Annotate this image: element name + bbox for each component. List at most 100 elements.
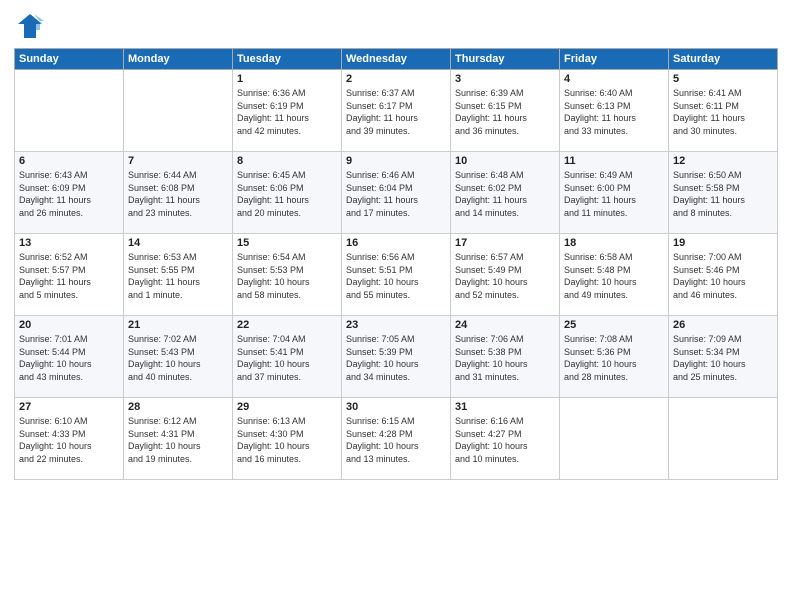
calendar-cell: 12 Sunrise: 6:50 AM Sunset: 5:58 PM Dayli… (669, 152, 778, 234)
day-number: 26 (673, 319, 773, 331)
calendar-cell: 17Sunrise: 6:57 AM Sunset: 5:49 PM Dayli… (451, 234, 560, 316)
weekday-header-saturday: Saturday (669, 49, 778, 70)
day-number: 9 (346, 155, 446, 167)
logo-icon (14, 10, 46, 42)
calendar-header-row: SundayMondayTuesdayWednesdayThursdayFrid… (15, 49, 778, 70)
calendar-cell: 15 Sunrise: 6:54 AM Sunset: 5:53 PM Dayli… (233, 234, 342, 316)
day-number: 8 (237, 155, 337, 167)
calendar-cell: 2 Sunrise: 6:37 AM Sunset: 6:17 PM Daylig… (342, 70, 451, 152)
calendar-cell: 8 Sunrise: 6:45 AM Sunset: 6:06 PM Daylig… (233, 152, 342, 234)
calendar-week-row: 20 Sunrise: 7:01 AM Sunset: 5:44 PM Dayli… (15, 316, 778, 398)
day-info: Sunrise: 6:39 AM Sunset: 6:15 PM Dayligh… (455, 87, 555, 137)
day-info: Sunrise: 6:36 AM Sunset: 6:19 PM Dayligh… (237, 87, 337, 137)
day-number: 7 (128, 155, 228, 167)
day-info: Sunrise: 6:52 AM Sunset: 5:57 PM Dayligh… (19, 251, 119, 301)
day-number: 2 (346, 73, 446, 85)
day-info: Sunrise: 6:43 AM Sunset: 6:09 PM Dayligh… (19, 169, 119, 219)
calendar-cell: 27Sunrise: 6:10 AM Sunset: 4:33 PM Dayli… (15, 398, 124, 480)
day-number: 14 (128, 237, 228, 249)
day-number: 21 (128, 319, 228, 331)
weekday-header-tuesday: Tuesday (233, 49, 342, 70)
calendar-cell: 24Sunrise: 7:06 AM Sunset: 5:38 PM Dayli… (451, 316, 560, 398)
day-number: 24 (455, 319, 555, 331)
day-number: 12 (673, 155, 773, 167)
day-info: Sunrise: 6:53 AM Sunset: 5:55 PM Dayligh… (128, 251, 228, 301)
day-info: Sunrise: 6:40 AM Sunset: 6:13 PM Dayligh… (564, 87, 664, 137)
day-number: 28 (128, 401, 228, 413)
calendar-cell: 30 Sunrise: 6:15 AM Sunset: 4:28 PM Dayli… (342, 398, 451, 480)
day-info: Sunrise: 6:13 AM Sunset: 4:30 PM Dayligh… (237, 415, 337, 465)
calendar-cell: 4 Sunrise: 6:40 AM Sunset: 6:13 PM Daylig… (560, 70, 669, 152)
calendar-cell: 10 Sunrise: 6:48 AM Sunset: 6:02 PM Dayli… (451, 152, 560, 234)
day-number: 6 (19, 155, 119, 167)
day-number: 5 (673, 73, 773, 85)
calendar-week-row: 27Sunrise: 6:10 AM Sunset: 4:33 PM Dayli… (15, 398, 778, 480)
calendar-cell: 13 Sunrise: 6:52 AM Sunset: 5:57 PM Dayli… (15, 234, 124, 316)
calendar-cell: 18Sunrise: 6:58 AM Sunset: 5:48 PM Dayli… (560, 234, 669, 316)
calendar-cell: 26 Sunrise: 7:09 AM Sunset: 5:34 PM Dayli… (669, 316, 778, 398)
calendar-week-row: 6 Sunrise: 6:43 AM Sunset: 6:09 PM Daylig… (15, 152, 778, 234)
calendar-cell: 16 Sunrise: 6:56 AM Sunset: 5:51 PM Dayli… (342, 234, 451, 316)
day-info: Sunrise: 6:48 AM Sunset: 6:02 PM Dayligh… (455, 169, 555, 219)
day-number: 15 (237, 237, 337, 249)
calendar-cell: 29 Sunrise: 6:13 AM Sunset: 4:30 PM Dayli… (233, 398, 342, 480)
day-info: Sunrise: 6:49 AM Sunset: 6:00 PM Dayligh… (564, 169, 664, 219)
calendar-cell: 5 Sunrise: 6:41 AM Sunset: 6:11 PM Daylig… (669, 70, 778, 152)
day-info: Sunrise: 6:54 AM Sunset: 5:53 PM Dayligh… (237, 251, 337, 301)
day-number: 23 (346, 319, 446, 331)
day-info: Sunrise: 6:37 AM Sunset: 6:17 PM Dayligh… (346, 87, 446, 137)
calendar-cell: 22Sunrise: 7:04 AM Sunset: 5:41 PM Dayli… (233, 316, 342, 398)
calendar-cell: 20 Sunrise: 7:01 AM Sunset: 5:44 PM Dayli… (15, 316, 124, 398)
calendar-cell (124, 70, 233, 152)
calendar-cell: 7Sunrise: 6:44 AM Sunset: 6:08 PM Daylig… (124, 152, 233, 234)
calendar-table: SundayMondayTuesdayWednesdayThursdayFrid… (14, 48, 778, 480)
header (14, 10, 778, 42)
day-info: Sunrise: 6:46 AM Sunset: 6:04 PM Dayligh… (346, 169, 446, 219)
day-number: 10 (455, 155, 555, 167)
day-info: Sunrise: 6:41 AM Sunset: 6:11 PM Dayligh… (673, 87, 773, 137)
day-info: Sunrise: 6:57 AM Sunset: 5:49 PM Dayligh… (455, 251, 555, 301)
calendar-cell: 9 Sunrise: 6:46 AM Sunset: 6:04 PM Daylig… (342, 152, 451, 234)
calendar-cell: 11Sunrise: 6:49 AM Sunset: 6:00 PM Dayli… (560, 152, 669, 234)
weekday-header-sunday: Sunday (15, 49, 124, 70)
calendar-cell: 19 Sunrise: 7:00 AM Sunset: 5:46 PM Dayli… (669, 234, 778, 316)
calendar-week-row: 13 Sunrise: 6:52 AM Sunset: 5:57 PM Dayli… (15, 234, 778, 316)
day-info: Sunrise: 7:02 AM Sunset: 5:43 PM Dayligh… (128, 333, 228, 383)
day-info: Sunrise: 6:50 AM Sunset: 5:58 PM Dayligh… (673, 169, 773, 219)
day-info: Sunrise: 6:56 AM Sunset: 5:51 PM Dayligh… (346, 251, 446, 301)
weekday-header-thursday: Thursday (451, 49, 560, 70)
day-number: 1 (237, 73, 337, 85)
day-info: Sunrise: 6:15 AM Sunset: 4:28 PM Dayligh… (346, 415, 446, 465)
day-info: Sunrise: 6:45 AM Sunset: 6:06 PM Dayligh… (237, 169, 337, 219)
day-number: 29 (237, 401, 337, 413)
day-info: Sunrise: 6:12 AM Sunset: 4:31 PM Dayligh… (128, 415, 228, 465)
calendar-cell: 3Sunrise: 6:39 AM Sunset: 6:15 PM Daylig… (451, 70, 560, 152)
logo (14, 10, 50, 42)
calendar-week-row: 1 Sunrise: 6:36 AM Sunset: 6:19 PM Daylig… (15, 70, 778, 152)
calendar-cell: 21 Sunrise: 7:02 AM Sunset: 5:43 PM Dayli… (124, 316, 233, 398)
day-info: Sunrise: 7:00 AM Sunset: 5:46 PM Dayligh… (673, 251, 773, 301)
calendar-cell (15, 70, 124, 152)
day-number: 20 (19, 319, 119, 331)
day-number: 4 (564, 73, 664, 85)
day-info: Sunrise: 7:09 AM Sunset: 5:34 PM Dayligh… (673, 333, 773, 383)
day-number: 25 (564, 319, 664, 331)
calendar-cell: 1 Sunrise: 6:36 AM Sunset: 6:19 PM Daylig… (233, 70, 342, 152)
day-number: 27 (19, 401, 119, 413)
day-number: 16 (346, 237, 446, 249)
calendar-cell: 25Sunrise: 7:08 AM Sunset: 5:36 PM Dayli… (560, 316, 669, 398)
day-number: 19 (673, 237, 773, 249)
day-number: 18 (564, 237, 664, 249)
day-info: Sunrise: 6:16 AM Sunset: 4:27 PM Dayligh… (455, 415, 555, 465)
calendar-cell: 28 Sunrise: 6:12 AM Sunset: 4:31 PM Dayli… (124, 398, 233, 480)
weekday-header-monday: Monday (124, 49, 233, 70)
weekday-header-wednesday: Wednesday (342, 49, 451, 70)
day-number: 13 (19, 237, 119, 249)
day-number: 30 (346, 401, 446, 413)
day-number: 31 (455, 401, 555, 413)
calendar-cell: 31 Sunrise: 6:16 AM Sunset: 4:27 PM Dayli… (451, 398, 560, 480)
calendar-cell (560, 398, 669, 480)
day-info: Sunrise: 7:01 AM Sunset: 5:44 PM Dayligh… (19, 333, 119, 383)
day-number: 22 (237, 319, 337, 331)
day-info: Sunrise: 7:05 AM Sunset: 5:39 PM Dayligh… (346, 333, 446, 383)
